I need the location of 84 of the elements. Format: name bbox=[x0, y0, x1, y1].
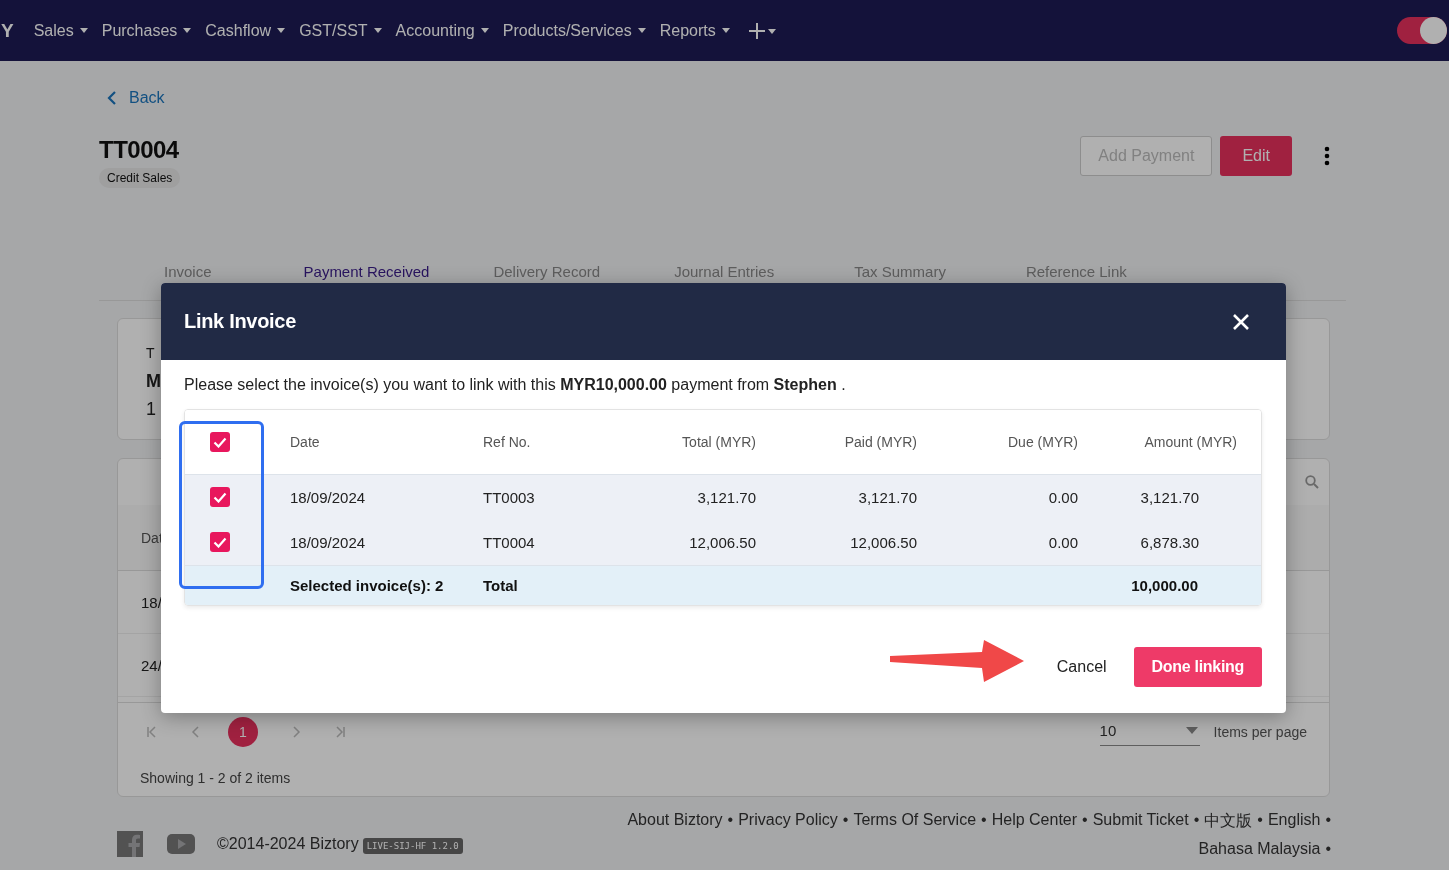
nav-menu-item[interactable]: Reports bbox=[659, 21, 730, 40]
tab[interactable]: Payment Received bbox=[303, 263, 430, 280]
nav-menu-item[interactable]: Cashflow bbox=[205, 21, 286, 40]
summary-text: T bbox=[146, 344, 155, 363]
table-cell-text: 3,121.70 bbox=[696, 488, 756, 506]
instruction-text: Please select the invoice(s) you want to link with this MYR10,000.00 payment from Stephen . bbox=[184, 376, 847, 394]
row-checkbox[interactable] bbox=[210, 487, 230, 507]
table-cell-text: 0.00 bbox=[1047, 533, 1078, 551]
theme-toggle[interactable] bbox=[1397, 17, 1447, 44]
column-header: Total (MYR) bbox=[681, 434, 756, 450]
footer-link[interactable]: Help Center bbox=[991, 811, 1078, 832]
table-cell-text: 12,006.50 bbox=[849, 533, 917, 551]
status-badge: Credit Sales bbox=[99, 168, 181, 188]
version-badge: LIVE-SIJ-HF 1.2.0 bbox=[362, 838, 463, 854]
table-cell-text: 12,006.50 bbox=[688, 533, 756, 551]
copyright-text: ©2014-2024 Biztory bbox=[217, 835, 359, 853]
caret-icon bbox=[277, 28, 286, 33]
back-link[interactable]: Back bbox=[107, 89, 165, 107]
nav-menu-item[interactable]: Accounting bbox=[395, 21, 489, 40]
select-all-checkbox[interactable] bbox=[210, 432, 230, 452]
caret-icon bbox=[373, 28, 382, 33]
row-checkbox[interactable] bbox=[210, 532, 230, 552]
caret-icon bbox=[79, 28, 88, 33]
separator: • bbox=[1325, 840, 1331, 858]
amount-value: 3,121.70 bbox=[1139, 488, 1200, 506]
logo[interactable]: Y bbox=[1, 19, 14, 42]
nav-menu-item[interactable]: Products/Services bbox=[502, 21, 646, 40]
dialog-title: Link Invoice bbox=[184, 310, 296, 333]
page-size-select[interactable]: 10 bbox=[1099, 717, 1200, 746]
footer-link[interactable]: English bbox=[1267, 811, 1321, 832]
add-menu-icon[interactable] bbox=[747, 21, 776, 40]
caret-icon bbox=[1185, 726, 1198, 734]
separator: • bbox=[1082, 811, 1088, 830]
column-header: Date bbox=[289, 434, 321, 450]
total-amount: 10,000.00 bbox=[1130, 577, 1199, 594]
cancel-button[interactable]: Cancel bbox=[1056, 647, 1107, 687]
table-cell: 18/ bbox=[141, 593, 162, 611]
selected-count: Selected invoice(s): 2 bbox=[289, 577, 445, 594]
chevron-left-icon bbox=[107, 91, 117, 105]
page-button[interactable]: 1 bbox=[228, 716, 258, 747]
youtube-icon[interactable] bbox=[167, 831, 195, 857]
table-cell-text: 3,121.70 bbox=[857, 488, 917, 506]
edit-button[interactable]: Edit bbox=[1220, 136, 1292, 176]
total-label: Total bbox=[483, 577, 519, 594]
footer-link[interactable]: Bahasa Malaysia bbox=[1198, 840, 1321, 858]
column-header: Amount (MYR) bbox=[1143, 434, 1238, 450]
caret-icon bbox=[480, 28, 489, 33]
table-cell-text: 18/09/2024 bbox=[289, 488, 367, 506]
table-cell-text: TT0003 bbox=[483, 488, 536, 506]
footer-link[interactable]: About Biztory bbox=[627, 811, 723, 832]
separator: • bbox=[842, 811, 849, 830]
footer-link[interactable]: Terms Of Service bbox=[853, 811, 977, 832]
amount-value: 6,878.30 bbox=[1139, 533, 1200, 551]
caret-icon bbox=[721, 28, 730, 33]
search-icon[interactable] bbox=[1305, 475, 1319, 489]
page-size-label: Items per page bbox=[1213, 723, 1307, 740]
document-number: TT0004 bbox=[99, 136, 180, 164]
table-cell-text: TT0004 bbox=[483, 533, 536, 551]
separator: • bbox=[981, 811, 987, 830]
column-header: Ref No. bbox=[483, 434, 532, 450]
items-count: Showing 1 - 2 of 2 items bbox=[139, 769, 292, 788]
facebook-icon[interactable] bbox=[117, 831, 145, 857]
footer-link[interactable]: 中文版 bbox=[1204, 811, 1253, 832]
column-header: Due (MYR) bbox=[1007, 434, 1078, 450]
separator: • bbox=[1257, 811, 1263, 830]
summary-text: M bbox=[146, 370, 161, 393]
close-button[interactable] bbox=[1232, 312, 1250, 331]
caret-icon bbox=[637, 28, 646, 33]
done-linking-button[interactable]: Done linking bbox=[1133, 647, 1262, 687]
nav-menu-item[interactable]: Purchases bbox=[101, 21, 192, 40]
nav-menu-item[interactable]: Sales bbox=[33, 21, 88, 40]
table-cell-text: 18/09/2024 bbox=[289, 533, 367, 551]
nav-menu-item[interactable]: GST/SST bbox=[299, 21, 382, 40]
summary-text: 1 bbox=[146, 398, 156, 421]
separator: • bbox=[727, 811, 734, 830]
caret-icon bbox=[183, 28, 192, 33]
table-cell-text: 0.00 bbox=[1047, 488, 1078, 506]
table-cell: 24/ bbox=[141, 656, 162, 674]
column-header: Paid (MYR) bbox=[843, 434, 917, 450]
separator: • bbox=[1325, 811, 1331, 830]
more-icon[interactable] bbox=[1324, 146, 1330, 166]
footer-link[interactable]: Privacy Policy bbox=[738, 811, 838, 832]
footer-link[interactable]: Submit Ticket bbox=[1092, 811, 1189, 832]
separator: • bbox=[1193, 811, 1200, 830]
